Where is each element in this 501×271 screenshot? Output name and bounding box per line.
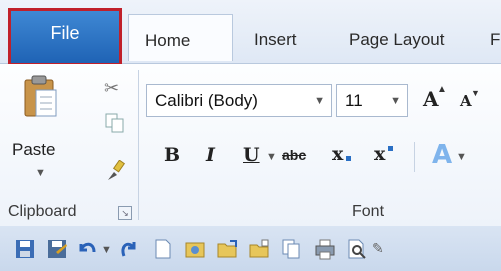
print-preview-icon xyxy=(348,239,366,259)
redo-icon xyxy=(121,242,136,257)
font-size-combobox[interactable]: 11 ▼ xyxy=(336,84,408,117)
qat-overflow-icon[interactable]: ✎ xyxy=(372,240,384,257)
copy-document-icon xyxy=(282,239,300,259)
tab-page-layout[interactable]: Page Layout xyxy=(333,14,473,61)
underline-icon: U xyxy=(243,144,260,166)
shrink-font-icon: A xyxy=(460,92,472,110)
tab-insert-label: Insert xyxy=(254,30,297,49)
clipboard-group-label: Clipboard xyxy=(8,203,77,220)
open-recent-icon xyxy=(249,239,269,258)
font-group-label: Font xyxy=(352,203,385,220)
chevron-down-icon: ▼ xyxy=(314,95,325,107)
insert-picture-button[interactable] xyxy=(184,238,206,260)
paste-label: Paste xyxy=(12,140,56,159)
font-name-combobox[interactable]: Calibri (Body) ▼ xyxy=(146,84,332,117)
bold-icon: B xyxy=(164,144,181,166)
print-preview-button[interactable] xyxy=(346,238,368,260)
superscript-marker xyxy=(388,146,393,151)
group-separator xyxy=(138,70,139,220)
file-tab[interactable]: File xyxy=(8,8,122,66)
format-painter-icon xyxy=(108,159,126,180)
save-as-button[interactable] xyxy=(46,238,68,260)
undo-dropdown-arrow[interactable]: ▼ xyxy=(101,244,112,256)
text-effects-dropdown-arrow: ▼ xyxy=(456,151,467,163)
copy-button[interactable] xyxy=(104,112,126,134)
save-as-icon xyxy=(48,240,67,258)
copy-icon xyxy=(105,113,124,133)
undo-icon xyxy=(79,242,96,253)
shrink-arrow-icon: ▼ xyxy=(471,88,480,98)
open-button[interactable] xyxy=(216,238,238,260)
strikethrough-button[interactable]: abc xyxy=(280,142,316,168)
superscript-icon: x xyxy=(374,143,386,165)
grow-font-button[interactable]: A ▲ xyxy=(420,84,448,114)
toolbar-separator xyxy=(414,142,415,172)
print-button[interactable] xyxy=(314,238,336,260)
subscript-icon: x xyxy=(332,143,344,165)
paste-dropdown-arrow: ▼ xyxy=(35,167,46,179)
grow-arrow-icon: ▲ xyxy=(437,84,447,95)
file-tab-label: File xyxy=(50,23,80,43)
new-document-icon xyxy=(155,239,171,259)
underline-button[interactable]: U xyxy=(240,142,262,168)
save-icon xyxy=(16,240,34,258)
text-effects-icon: A xyxy=(432,140,453,170)
undo-button[interactable] xyxy=(76,238,98,260)
strikethrough-icon: abc xyxy=(282,147,307,163)
text-effects-button[interactable]: A ▼ xyxy=(430,140,470,170)
save-button[interactable] xyxy=(14,238,36,260)
chevron-down-icon: ▼ xyxy=(390,95,401,107)
cut-button[interactable]: ✂ xyxy=(104,78,126,102)
copy-document-button[interactable] xyxy=(280,238,302,260)
font-size-value: 11 xyxy=(345,91,363,110)
subscript-button[interactable]: x xyxy=(330,142,358,168)
tab-partial-label: F xyxy=(490,30,501,49)
italic-button[interactable]: I xyxy=(200,142,222,168)
paste-button[interactable]: Paste ▼ xyxy=(8,70,70,185)
open-folder-icon xyxy=(217,240,237,258)
underline-dropdown-arrow[interactable]: ▼ xyxy=(266,151,277,163)
tab-home-label: Home xyxy=(145,31,191,50)
tab-insert[interactable]: Insert xyxy=(238,14,318,61)
tab-home[interactable]: Home xyxy=(128,14,233,61)
scissors-icon: ✂ xyxy=(104,78,120,98)
shrink-font-button[interactable]: A ▼ xyxy=(456,86,484,114)
new-document-button[interactable] xyxy=(152,238,174,260)
insert-picture-icon xyxy=(185,242,205,258)
open-recent-button[interactable] xyxy=(248,238,270,260)
redo-button[interactable] xyxy=(118,238,140,260)
format-painter-button[interactable] xyxy=(104,159,126,182)
paste-icon xyxy=(24,75,57,117)
subscript-marker xyxy=(346,156,351,161)
tab-page-layout-label: Page Layout xyxy=(349,30,445,49)
superscript-button[interactable]: x xyxy=(372,142,400,168)
bold-button[interactable]: B xyxy=(160,142,182,168)
print-icon xyxy=(315,239,335,260)
clipboard-dialog-launcher-icon[interactable]: ↘ xyxy=(118,206,132,220)
tab-partial[interactable]: F xyxy=(488,14,501,61)
font-name-value: Calibri (Body) xyxy=(155,91,258,110)
italic-icon: I xyxy=(206,144,215,166)
